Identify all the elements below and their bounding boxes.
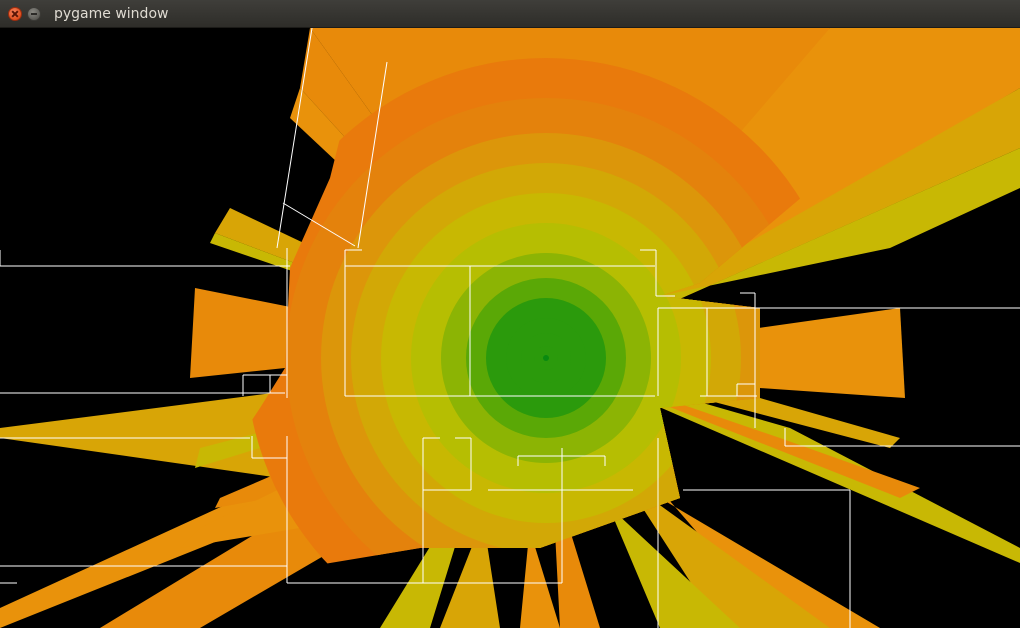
minimize-icon[interactable] <box>27 7 41 21</box>
pygame-window: pygame window <box>0 0 1020 628</box>
close-icon[interactable] <box>8 7 22 21</box>
window-title: pygame window <box>54 6 169 22</box>
title-bar[interactable]: pygame window <box>0 0 1020 28</box>
light-source <box>543 355 549 361</box>
game-canvas[interactable] <box>0 28 1020 628</box>
